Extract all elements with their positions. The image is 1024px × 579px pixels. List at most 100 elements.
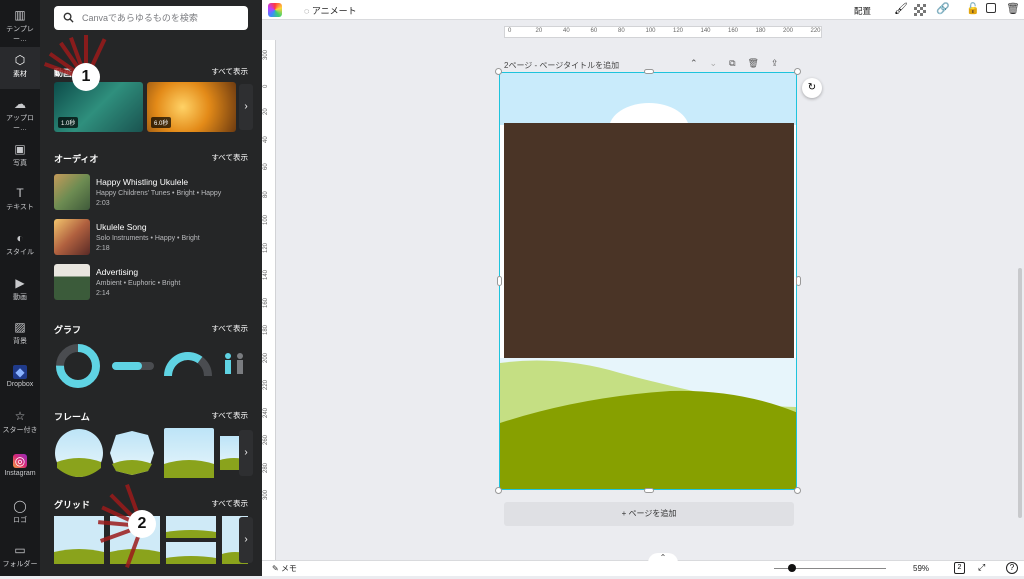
audio-show-all[interactable]: すべて表示 (211, 152, 248, 163)
rail-label: テンプレー… (6, 26, 34, 43)
frame-heading: フレーム (54, 412, 90, 422)
video-thumb-1[interactable]: 1.0秒 (54, 82, 143, 132)
video-duration-2: 6.0秒 (151, 117, 172, 128)
resize-handle[interactable] (495, 68, 502, 75)
audio-thumb (54, 174, 90, 210)
rail-item-video[interactable]: ▶ 動画 (0, 270, 40, 312)
text-icon: T (16, 186, 24, 201)
duplicate-icon[interactable] (986, 3, 996, 13)
grid-show-all[interactable]: すべて表示 (211, 498, 248, 509)
paint-roller-icon[interactable]: 🖌 (894, 2, 908, 15)
video-show-all[interactable]: すべて表示 (211, 66, 248, 77)
graph-show-all[interactable]: すべて表示 (211, 323, 248, 334)
audio-item[interactable]: Ukulele Song Solo Instruments • Happy • … (54, 219, 248, 259)
ruler-tick-label: 200 (263, 352, 269, 363)
rail-item-star[interactable]: ☆ スター付き (0, 403, 40, 445)
zoom-slider-thumb[interactable] (788, 564, 796, 572)
ruler-tick-label: 80 (618, 28, 625, 34)
frame-show-all[interactable]: すべて表示 (211, 410, 248, 421)
ruler-tick-label: 260 (263, 434, 269, 445)
vertical-scrollbar[interactable] (1018, 268, 1022, 518)
move-down-icon[interactable]: ⌄ (710, 58, 730, 68)
video-next-arrow[interactable]: › (239, 84, 253, 130)
audio-meta: Solo Instruments • Happy • Bright (96, 235, 200, 242)
annotation-badge-2: 2 (128, 510, 156, 538)
resize-handle[interactable] (794, 487, 801, 494)
lock-icon[interactable]: 🔓 (966, 2, 980, 15)
rail-item-instagram[interactable]: ◎ Instagram (0, 448, 40, 490)
notes-button[interactable]: ✎ メモ (272, 563, 297, 574)
bottom-toolbar: ✎ メモ ⌃ 59% 2 ⤢ ? (262, 553, 1024, 576)
audio-thumb (54, 219, 90, 255)
audio-meta: Ambient • Euphoric • Bright (96, 280, 181, 287)
delete-page-icon[interactable]: 🗑 (748, 58, 771, 68)
show-pages-icon[interactable]: ⌃ (648, 553, 678, 563)
trash-icon[interactable]: 🗑 (1006, 2, 1020, 15)
frame-next-arrow[interactable]: › (239, 430, 253, 476)
transparency-icon[interactable] (914, 4, 926, 16)
audio-item[interactable]: Happy Whistling Ukulele Happy Childrens'… (54, 174, 248, 214)
ruler-tick-label: 20 (263, 108, 269, 115)
design-page[interactable] (499, 72, 797, 490)
rail-item-folder[interactable]: ▭ フォルダー (0, 537, 40, 579)
rail-item-style[interactable]: ◐ スタイル (0, 225, 40, 267)
move-up-icon[interactable]: ⌃ (690, 58, 710, 68)
color-picker-icon[interactable] (268, 3, 282, 17)
rail-label: Instagram (4, 470, 36, 477)
ruler-tick-label: 140 (700, 28, 711, 34)
resize-handle[interactable] (644, 488, 654, 493)
ruler-tick-label: 160 (728, 28, 739, 34)
rail-item-dropbox[interactable]: ◆ Dropbox (0, 359, 40, 401)
graph-samples[interactable] (54, 342, 248, 390)
frame-samples[interactable] (54, 426, 248, 480)
rail-item-elements[interactable]: ⬡ 素材 (0, 46, 40, 89)
rail-label: テキスト (6, 204, 34, 212)
brown-rectangle[interactable] (504, 123, 794, 358)
ruler-tick-label: 120 (263, 242, 269, 253)
instagram-icon: ◎ (13, 454, 27, 468)
audio-duration: 2:14 (96, 290, 110, 297)
animate-button[interactable]: ◌ アニメート (304, 4, 357, 17)
rail-item-logo[interactable]: ◯ ロゴ (0, 493, 40, 535)
page-count-badge[interactable]: 2 (954, 562, 965, 574)
fullscreen-icon[interactable]: ⤢ (978, 562, 985, 573)
audio-item[interactable]: Advertising Ambient • Euphoric • Bright … (54, 264, 248, 304)
search-input[interactable]: Canvaであらゆるものを検索 (54, 6, 248, 30)
rail-item-background[interactable]: ▨ 背景 (0, 314, 40, 356)
resize-handle[interactable] (796, 276, 801, 286)
add-page-button[interactable]: + ページを追加 (504, 502, 794, 526)
top-toolbar: ◌ アニメート 配置 🖌 🔗 🔓 🗑 (262, 0, 1024, 20)
style-icon: ◐ (16, 231, 24, 245)
resize-handle[interactable] (794, 68, 801, 75)
audio-title: Happy Whistling Ukulele (96, 177, 189, 187)
arrange-button[interactable]: 配置 (854, 5, 871, 17)
page-controls[interactable]: ⌃⌄⧉🗑⇪ (690, 58, 791, 69)
duplicate-page-icon[interactable]: ⧉ (729, 58, 747, 68)
logo-icon: ◯ (13, 498, 27, 513)
side-rail: ▥ テンプレー… ⬡ 素材 ☁ アップロー… ▣ 写真 T テキスト ◐ スタイル ▶ 動画 ▨ 背景 ◆ Dro… (0, 0, 40, 576)
link-icon[interactable]: 🔗 (936, 2, 950, 15)
rail-item-upload[interactable]: ☁ アップロー… (0, 91, 40, 133)
video-thumb-2[interactable]: 6.0秒 (147, 82, 236, 132)
rail-label: 素材 (13, 70, 27, 78)
zoom-level[interactable]: 59% (913, 564, 929, 573)
ruler-tick-label: 160 (263, 297, 269, 308)
rail-label: 背景 (13, 338, 27, 346)
audio-thumb (54, 264, 90, 300)
ruler-tick-label: 120 (673, 28, 684, 34)
resize-handle[interactable] (495, 487, 502, 494)
ruler-tick-label: 280 (263, 462, 269, 473)
resize-handle[interactable] (644, 69, 654, 74)
comment-icon[interactable]: ↻ (802, 78, 822, 98)
rail-item-text[interactable]: T テキスト (0, 180, 40, 222)
audio-title: Advertising (96, 267, 139, 277)
rail-item-template[interactable]: ▥ テンプレー… (0, 2, 40, 44)
add-page-icon[interactable]: ⇪ (771, 58, 791, 68)
resize-handle[interactable] (497, 276, 502, 286)
help-icon[interactable]: ? (1006, 562, 1018, 574)
page-title[interactable]: 2ページ - ページタイトルを追加 (504, 60, 619, 71)
ruler-tick-label: 300 (263, 489, 269, 500)
horizontal-ruler: 0 20 40 60 80 100 120 140 160 180 200 220 (504, 26, 822, 38)
grid-next-arrow[interactable]: › (239, 517, 253, 563)
rail-item-photo[interactable]: ▣ 写真 (0, 136, 40, 178)
